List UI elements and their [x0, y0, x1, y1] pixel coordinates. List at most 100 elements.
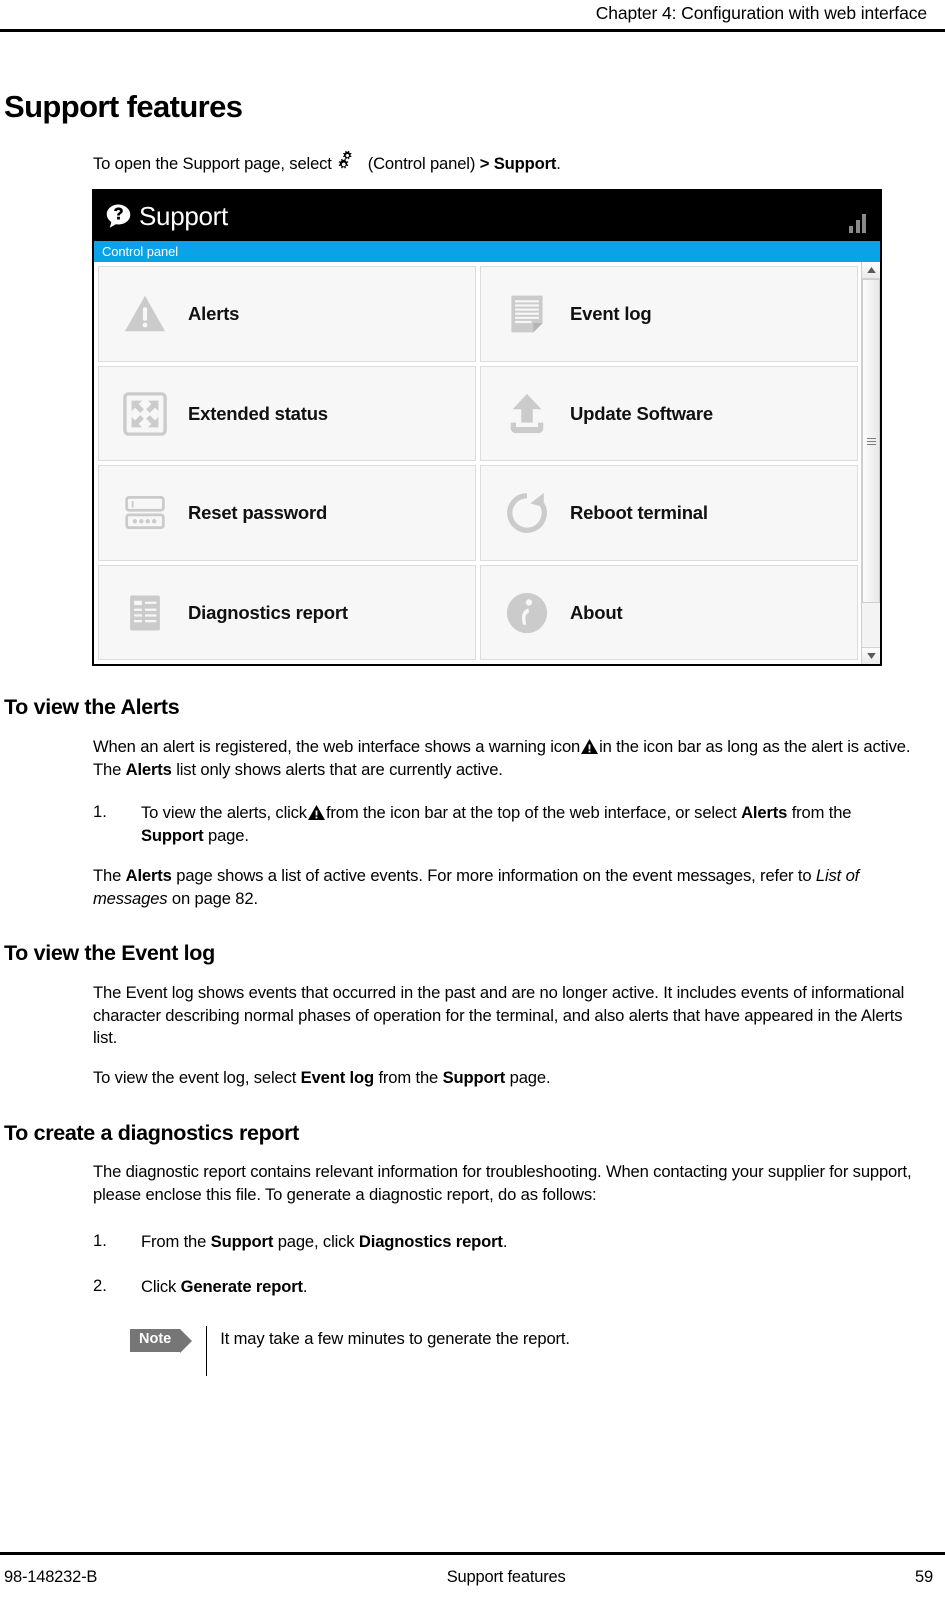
tile-label: Diagnostics report: [188, 601, 348, 623]
alerts-step1-b: from the icon bar at the top of the web …: [325, 803, 737, 823]
alerts-p1-bold1: Alerts: [125, 759, 172, 779]
tile-event-log[interactable]: Event log: [480, 266, 858, 362]
chapter-title: Chapter 4: Configuration with web interf…: [595, 3, 927, 23]
document-lines-icon: [503, 290, 551, 338]
diag-step2-b: .: [302, 1276, 308, 1296]
intro-paragraph: To open the Support page, select (Contro…: [93, 150, 945, 176]
password-fields-icon: [121, 489, 169, 537]
eventlog-p2-a: To view the event log, select: [93, 1068, 297, 1088]
eventlog-p2-bold1: Event log: [300, 1068, 374, 1088]
note-text: It may take a few minutes to generate th…: [220, 1329, 570, 1349]
intro-target: Support: [493, 153, 557, 173]
alerts-p2-b: page shows a list of active events. For …: [176, 865, 812, 885]
alerts-p1-c: list only shows alerts that are currentl…: [176, 759, 503, 779]
eventlog-paragraph-2: To view the event log, select Event log …: [93, 1067, 945, 1090]
eventlog-p2-b: from the: [378, 1068, 439, 1088]
support-page-screenshot: Support Control panel Alerts Event log E…: [92, 189, 882, 667]
diag-step1-a: From the: [141, 1231, 207, 1251]
page-content: Support features To open the Support pag…: [0, 34, 945, 1528]
heading-view-event-log: To view the Event log: [4, 941, 215, 966]
expand-arrows-icon: [121, 390, 169, 438]
tile-alerts[interactable]: Alerts: [98, 266, 476, 362]
tile-extended-status[interactable]: Extended status: [98, 365, 476, 462]
diag-step1-b: page, click: [277, 1231, 355, 1251]
note-badge: Note: [130, 1329, 193, 1354]
list-item: 1. To view the alerts, click from the ico…: [93, 802, 903, 847]
alerts-p1-a: When an alert is registered, the web int…: [93, 736, 581, 756]
upload-arrow-icon: [503, 390, 551, 438]
diag-step2-bold1: Generate report: [180, 1276, 303, 1296]
scrollbar-track[interactable]: [862, 279, 880, 648]
page-title: Support features: [4, 89, 243, 124]
report-lines-icon: [121, 589, 169, 637]
diag-step2-a: Click: [141, 1276, 177, 1296]
heading-create-diagnostics-report: To create a diagnostics report: [4, 1120, 299, 1145]
step-text: From the Support page, click Diagnostics…: [141, 1232, 507, 1251]
alerts-p2-c: on page 82.: [171, 888, 258, 908]
heading-view-alerts: To view the Alerts: [4, 695, 180, 720]
intro-text-mid: (Control panel): [367, 153, 476, 173]
diagnostics-steps: 1. From the Support page, click Diagnost…: [93, 1231, 945, 1298]
tile-update-software[interactable]: Update Software: [480, 365, 858, 462]
step-text: Click Generate report.: [141, 1276, 308, 1296]
intro-period: .: [556, 153, 561, 173]
tile-label: Reboot terminal: [570, 502, 708, 524]
tile-label: Reset password: [188, 502, 328, 524]
info-circle-icon: [503, 589, 551, 637]
tile-reset-password[interactable]: Reset password: [98, 465, 476, 561]
tile-label: Extended status: [188, 402, 328, 424]
note-divider: [206, 1326, 208, 1377]
screenshot-scrollbar[interactable]: [861, 262, 880, 665]
gears-icon: [337, 150, 361, 170]
footer-section-name: Support features: [446, 1567, 566, 1586]
step-number: 1.: [93, 1230, 107, 1250]
alerts-paragraph-2: The Alerts page shows a list of active e…: [93, 865, 913, 910]
support-tile-grid: Alerts Event log Extended status Update …: [94, 262, 861, 664]
note-box: Note It may take a few minutes to genera…: [130, 1326, 945, 1377]
refresh-circle-icon: [503, 489, 551, 537]
alerts-step1-bold1: Alerts: [741, 803, 788, 823]
screenshot-titlebar: Support: [94, 191, 880, 242]
intro-text-pre: To open the Support page, select: [93, 153, 332, 173]
tile-diagnostics-report[interactable]: Diagnostics report: [98, 564, 476, 661]
diag-step1-bold1: Support: [210, 1231, 274, 1251]
list-item: 2. Click Generate report.: [93, 1276, 945, 1299]
alerts-paragraph-1: When an alert is registered, the web int…: [93, 736, 918, 781]
screenshot-title: Support: [139, 201, 228, 232]
help-bubble-icon: [105, 203, 132, 230]
scrollbar-grip-icon: [866, 436, 876, 447]
eventlog-p2-c: page.: [509, 1068, 551, 1088]
alerts-step1-d: page.: [208, 826, 249, 846]
screenshot-body: Alerts Event log Extended status Update …: [94, 262, 880, 665]
scrollbar-thumb[interactable]: [862, 279, 880, 604]
scrollbar-up-button[interactable]: [862, 262, 880, 280]
warning-triangle-icon: [121, 290, 169, 338]
footer-page-number: 59: [915, 1567, 933, 1586]
warning-triangle-icon: [581, 738, 599, 754]
step-number: 1.: [93, 802, 107, 822]
tile-label: Update Software: [570, 402, 713, 424]
eventlog-paragraph-1: The Event log shows events that occurred…: [93, 982, 905, 1048]
eventlog-p2-bold2: Support: [442, 1068, 506, 1088]
tile-label: Alerts: [188, 303, 240, 325]
list-item: 1. From the Support page, click Diagnost…: [93, 1231, 945, 1254]
intro-chevron: >: [479, 153, 490, 173]
alerts-p2-bold1: Alerts: [125, 865, 172, 885]
diagnostics-paragraph-1: The diagnostic report contains relevant …: [93, 1162, 912, 1205]
warning-triangle-icon: [307, 804, 325, 821]
tile-reboot-terminal[interactable]: Reboot terminal: [480, 465, 858, 561]
diag-step1-bold2: Diagnostics report: [358, 1231, 503, 1251]
step-text: To view the alerts, click from the icon b…: [141, 803, 852, 846]
alerts-step1-bold2: Support: [141, 826, 204, 846]
diag-step1-c: .: [502, 1231, 508, 1251]
alerts-p2-a: The: [93, 865, 122, 885]
screenshot-breadcrumb[interactable]: Control panel: [94, 241, 880, 263]
scrollbar-down-button[interactable]: [862, 647, 880, 665]
alerts-steps: 1. To view the alerts, click from the ico…: [93, 802, 903, 847]
step-number: 2.: [93, 1275, 107, 1295]
tile-label: About: [570, 601, 623, 623]
tile-about[interactable]: About: [480, 564, 858, 661]
footer-divider: [0, 1552, 945, 1555]
signal-strength-icon: [849, 211, 866, 234]
page-footer: 98-148232-B Support features 59: [0, 1560, 945, 1594]
